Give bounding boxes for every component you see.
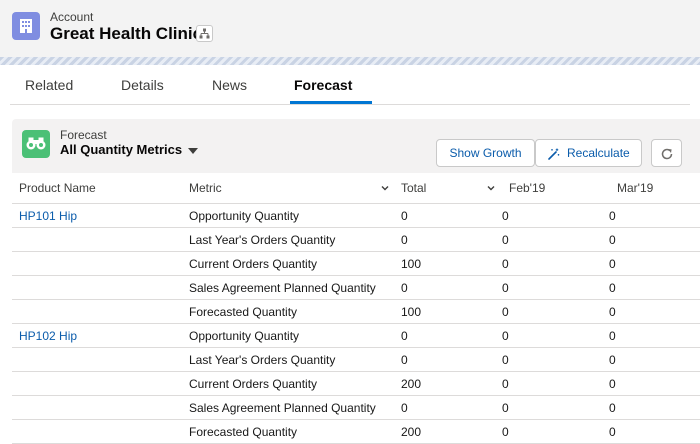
table-row: Sales Agreement Planned Quantity 0 0 0 [12,396,700,420]
mar-cell[interactable]: 0 [609,252,616,276]
building-icon [12,12,40,40]
mar-cell[interactable]: 0 [609,228,616,252]
forecast-card: Forecast All Quantity Metrics Show Growt… [12,119,700,444]
mar-cell[interactable]: 0 [609,348,616,372]
tab-bar: Related Details News Forecast [10,65,690,105]
metric-cell: Opportunity Quantity [189,209,300,223]
magic-wand-icon [548,148,560,160]
metric-cell: Last Year's Orders Quantity [189,233,336,247]
table-row: HP101 Hip Opportunity Quantity 0 0 0 [12,204,700,228]
caret-down-icon [188,147,199,154]
tab-details[interactable]: Details [121,77,164,93]
metric-cell: Forecasted Quantity [189,305,298,319]
mar-cell[interactable]: 0 [609,396,616,420]
total-cell[interactable]: 200 [401,372,421,396]
metric-cell: Sales Agreement Planned Quantity [189,401,376,415]
total-cell[interactable]: 0 [401,348,408,372]
tab-news[interactable]: News [212,77,247,93]
mar-cell[interactable]: 0 [609,276,616,300]
active-tab-indicator [290,101,372,104]
chevron-down-icon[interactable] [381,184,389,192]
metric-cell: Forecasted Quantity [189,425,298,439]
object-label: Account [50,10,94,24]
refresh-button[interactable] [651,139,682,167]
view-selector-label: All Quantity Metrics [60,142,183,157]
mar-cell[interactable]: 0 [609,420,616,444]
table-row: Last Year's Orders Quantity 0 0 0 [12,348,700,372]
mar-cell[interactable]: 0 [609,300,616,324]
total-cell[interactable]: 0 [401,204,408,228]
feb-cell[interactable]: 0 [502,372,509,396]
metric-cell: Current Orders Quantity [189,377,318,391]
total-cell[interactable]: 200 [401,420,421,444]
binoculars-icon [22,130,50,158]
refresh-icon [661,148,673,160]
col-header-metric[interactable]: Metric [189,173,222,203]
feb-cell[interactable]: 0 [502,396,509,420]
col-header-product[interactable]: Product Name [19,173,96,203]
feb-cell[interactable]: 0 [502,348,509,372]
table-row: Current Orders Quantity 200 0 0 [12,372,700,396]
metric-cell: Last Year's Orders Quantity [189,353,336,367]
total-cell[interactable]: 0 [401,276,408,300]
table-row: Last Year's Orders Quantity 0 0 0 [12,228,700,252]
tab-forecast[interactable]: Forecast [294,77,352,93]
table-row: Current Orders Quantity 100 0 0 [12,252,700,276]
forecast-card-header: Forecast All Quantity Metrics Show Growt… [12,119,700,173]
product-link[interactable]: HP102 Hip [19,324,77,348]
hierarchy-icon [199,28,210,39]
total-cell[interactable]: 0 [401,324,408,348]
recalculate-button[interactable]: Recalculate [535,139,642,167]
table-row: HP102 Hip Opportunity Quantity 0 0 0 [12,324,700,348]
product-link[interactable]: HP101 Hip [19,204,77,228]
chevron-down-icon[interactable] [487,184,495,192]
table-row: Sales Agreement Planned Quantity 0 0 0 [12,276,700,300]
header-divider [0,57,700,65]
feb-cell[interactable]: 0 [502,204,509,228]
total-cell[interactable]: 100 [401,300,421,324]
metric-cell: Sales Agreement Planned Quantity [189,281,376,295]
forecast-label: Forecast [60,128,107,142]
recalculate-label: Recalculate [567,146,630,160]
show-growth-button[interactable]: Show Growth [436,139,535,167]
feb-cell[interactable]: 0 [502,324,509,348]
hierarchy-button[interactable] [196,25,213,42]
total-cell[interactable]: 100 [401,252,421,276]
tab-related[interactable]: Related [25,77,73,93]
col-header-mar[interactable]: Mar'19 [617,173,653,203]
col-header-feb[interactable]: Feb'19 [509,173,545,203]
total-cell[interactable]: 0 [401,228,408,252]
feb-cell[interactable]: 0 [502,300,509,324]
mar-cell[interactable]: 0 [609,204,616,228]
feb-cell[interactable]: 0 [502,228,509,252]
mar-cell[interactable]: 0 [609,324,616,348]
record-title: Great Health Clinic [50,24,203,43]
metric-cell: Opportunity Quantity [189,329,300,343]
metric-cell: Current Orders Quantity [189,257,318,271]
feb-cell[interactable]: 0 [502,252,509,276]
table-row: Forecasted Quantity 100 0 0 [12,300,700,324]
feb-cell[interactable]: 0 [502,420,509,444]
record-panel: Related Details News Forecast Forecast A… [0,65,700,444]
mar-cell[interactable]: 0 [609,372,616,396]
feb-cell[interactable]: 0 [502,276,509,300]
col-header-total[interactable]: Total [401,173,426,203]
view-selector[interactable]: All Quantity Metrics [60,142,199,157]
total-cell[interactable]: 0 [401,396,408,420]
table-row: Forecasted Quantity 200 0 0 [12,420,700,444]
record-header: Account Great Health Clinic [0,0,700,59]
